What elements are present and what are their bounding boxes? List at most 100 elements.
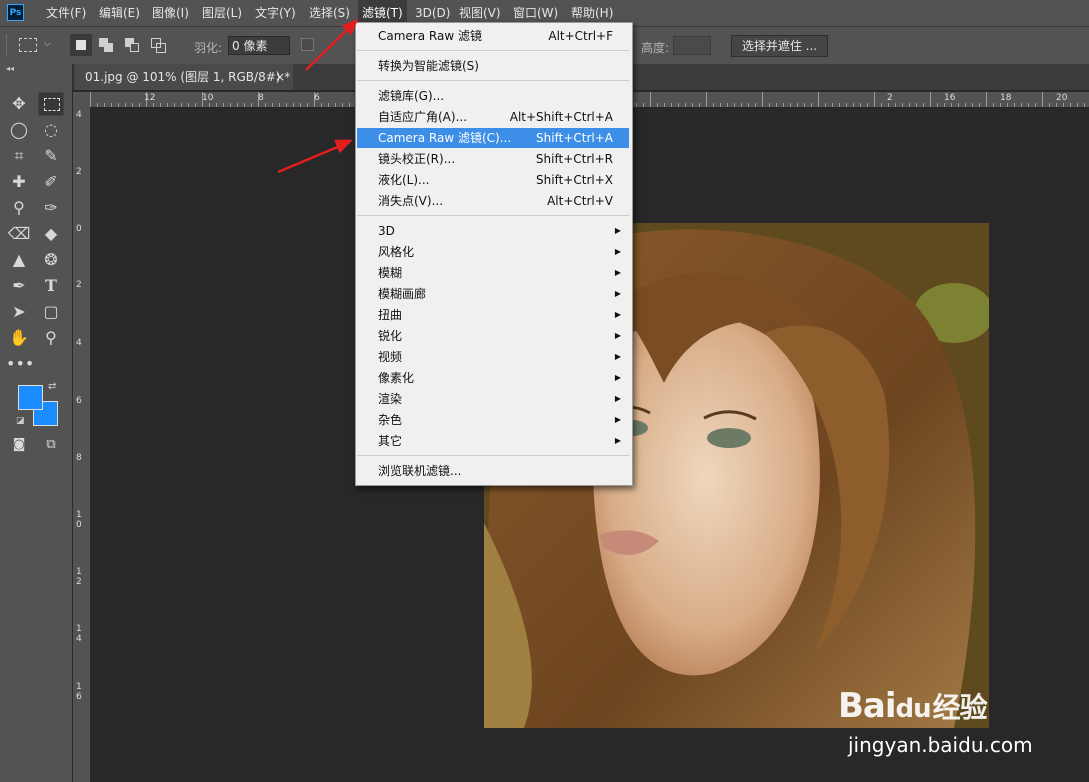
add-selection-button[interactable] <box>96 34 118 56</box>
menu-item-shortcut: Shift+Ctrl+X <box>536 173 613 187</box>
document-tab[interactable]: 01.jpg @ 101% (图层 1, RGB/8#) * × <box>75 64 293 90</box>
swap-colors-icon[interactable]: ⇄ <box>48 381 56 392</box>
screen-mode-icon[interactable]: ⧉ <box>38 433 64 457</box>
eyedropper-tool-icon[interactable]: ✎ <box>38 144 64 168</box>
crop-tool-icon[interactable]: ⌗ <box>6 144 32 168</box>
lasso-tool-icon[interactable]: ◯ <box>6 118 32 142</box>
menu-item-label: 风格化 <box>378 245 415 259</box>
height-input[interactable] <box>673 36 711 55</box>
submenu-arrow-icon: ▶ <box>614 310 621 319</box>
menu-item-video[interactable]: 视频 ▶ <box>357 347 629 367</box>
new-selection-button[interactable] <box>70 34 92 56</box>
ruler-label: 8 <box>76 453 82 463</box>
menu-item-label: 杂色 <box>378 413 403 427</box>
sponge-tool-icon[interactable]: ❂ <box>38 248 64 272</box>
anti-alias-checkbox[interactable] <box>301 38 314 51</box>
submenu-arrow-icon: ▶ <box>614 331 621 340</box>
menu-item-liquify[interactable]: 液化(L)... Shift+Ctrl+X <box>357 170 629 190</box>
menu-type[interactable]: 文字(Y) <box>255 0 296 26</box>
menu-edit[interactable]: 编辑(E) <box>99 0 140 26</box>
shape-tool-icon[interactable]: ▢ <box>38 300 64 324</box>
brush-tool-icon[interactable]: ✐ <box>38 170 64 194</box>
paint-bucket-tool-icon[interactable]: ◆ <box>38 222 64 246</box>
watermark-cn: 经验 <box>932 691 988 724</box>
menu-item-stylize[interactable]: 风格化 ▶ <box>357 242 629 262</box>
baidu-watermark-logo: Baidu经验 <box>838 686 988 726</box>
menu-item-label: 自适应广角(A)... <box>378 110 468 124</box>
menu-item-label: 镜头校正(R)... <box>378 152 456 166</box>
menu-item-camera-raw-last[interactable]: Camera Raw 滤镜 Alt+Ctrl+F <box>357 26 629 46</box>
clone-stamp-tool-icon[interactable]: ⚲ <box>6 196 32 220</box>
watermark-url: jingyan.baidu.com <box>848 733 1033 757</box>
menu-item-shortcut: Shift+Ctrl+R <box>535 152 613 166</box>
submenu-arrow-icon: ▶ <box>614 373 621 382</box>
menu-item-adaptive-wide-angle[interactable]: 自适应广角(A)... Alt+Shift+Ctrl+A <box>357 107 629 127</box>
menu-item-blur[interactable]: 模糊 ▶ <box>357 263 629 283</box>
close-tab-icon[interactable]: × <box>275 64 285 90</box>
quick-select-tool-icon[interactable]: ◌ <box>38 118 64 142</box>
intersect-selection-button[interactable] <box>148 34 170 56</box>
history-brush-tool-icon[interactable]: ✑ <box>38 196 64 220</box>
grip-handle[interactable] <box>6 35 10 55</box>
ruler-label: 20 <box>1056 93 1068 103</box>
submenu-arrow-icon: ▶ <box>614 394 621 403</box>
feather-input[interactable]: 0 像素 <box>228 36 290 55</box>
menu-item-label: 浏览联机滤镜... <box>378 464 462 478</box>
menu-item-blur-gallery[interactable]: 模糊画廊 ▶ <box>357 284 629 304</box>
menu-item-lens-correction[interactable]: 镜头校正(R)... Shift+Ctrl+R <box>357 149 629 169</box>
path-select-tool-icon[interactable]: ➤ <box>6 300 32 324</box>
menu-item-noise[interactable]: 杂色 ▶ <box>357 410 629 430</box>
filter-menu: Camera Raw 滤镜 Alt+Ctrl+F 转换为智能滤镜(S) 滤镜库(G… <box>355 22 633 486</box>
ruler-label: 8 <box>258 93 264 103</box>
vertical-ruler[interactable]: 4 2 0 2 4 6 8 1 0 1 2 1 4 1 6 <box>73 107 90 782</box>
menu-file[interactable]: 文件(F) <box>46 0 86 26</box>
rect-marquee-tool-icon[interactable] <box>38 92 64 116</box>
menu-item-camera-raw-filter[interactable]: Camera Raw 滤镜(C)... Shift+Ctrl+A <box>357 128 629 148</box>
submenu-arrow-icon: ▶ <box>614 247 621 256</box>
menu-item-filter-gallery[interactable]: 滤镜库(G)... <box>357 86 629 106</box>
foreground-color-swatch[interactable] <box>18 385 43 410</box>
more-tools-icon[interactable]: ••• <box>6 352 34 376</box>
quick-mask-icon[interactable]: ◙ <box>6 433 32 457</box>
select-and-mask-button[interactable]: 选择并遮住 ... <box>731 35 828 57</box>
menu-item-browse-online-filters[interactable]: 浏览联机滤镜... <box>357 461 629 481</box>
menu-item-label: Camera Raw 滤镜 <box>378 29 482 43</box>
default-colors-icon[interactable]: ◪ <box>16 416 25 426</box>
collapse-icon[interactable]: ◂◂ <box>6 64 14 73</box>
menu-item-convert-smart-filter[interactable]: 转换为智能滤镜(S) <box>357 56 629 76</box>
ruler-corner[interactable] <box>73 92 90 107</box>
menu-item-render[interactable]: 渲染 ▶ <box>357 389 629 409</box>
chevron-down-icon[interactable]: ⌵ <box>44 39 51 49</box>
pen-tool-icon[interactable]: ✒ <box>6 274 32 298</box>
photoshop-logo-icon[interactable]: Ps <box>7 4 24 21</box>
submenu-arrow-icon: ▶ <box>614 436 621 445</box>
menu-item-label: 渲染 <box>378 392 403 406</box>
menu-item-3d[interactable]: 3D ▶ <box>357 221 629 241</box>
healing-brush-tool-icon[interactable]: ✚ <box>6 170 32 194</box>
subtract-selection-button[interactable] <box>122 34 144 56</box>
menu-item-shortcut: Alt+Shift+Ctrl+A <box>509 110 613 124</box>
menu-item-other[interactable]: 其它 ▶ <box>357 431 629 451</box>
submenu-arrow-icon: ▶ <box>614 352 621 361</box>
menu-item-label: 滤镜库(G)... <box>378 89 445 103</box>
menu-image[interactable]: 图像(I) <box>152 0 189 26</box>
menu-item-label: 模糊 <box>378 266 403 280</box>
menu-separator <box>357 50 629 51</box>
feather-label: 羽化: <box>194 41 223 55</box>
eraser-tool-icon[interactable]: ⌫ <box>6 222 32 246</box>
menu-select[interactable]: 选择(S) <box>309 0 350 26</box>
submenu-arrow-icon: ▶ <box>614 268 621 277</box>
marquee-preset-icon[interactable] <box>19 38 37 52</box>
move-tool-icon[interactable]: ✥ <box>6 92 32 116</box>
zoom-tool-icon[interactable]: ⚲ <box>38 326 64 350</box>
menu-item-vanishing-point[interactable]: 消失点(V)... Alt+Ctrl+V <box>357 191 629 211</box>
ruler-label: 4 <box>76 110 82 120</box>
blur-tool-icon[interactable]: ▲ <box>6 248 32 272</box>
ruler-label: 18 <box>1000 93 1012 103</box>
menu-item-distort[interactable]: 扭曲 ▶ <box>357 305 629 325</box>
menu-item-pixelate[interactable]: 像素化 ▶ <box>357 368 629 388</box>
hand-tool-icon[interactable]: ✋ <box>6 326 32 350</box>
type-tool-icon[interactable]: T <box>38 274 64 298</box>
menu-layer[interactable]: 图层(L) <box>202 0 242 26</box>
menu-item-sharpen[interactable]: 锐化 ▶ <box>357 326 629 346</box>
